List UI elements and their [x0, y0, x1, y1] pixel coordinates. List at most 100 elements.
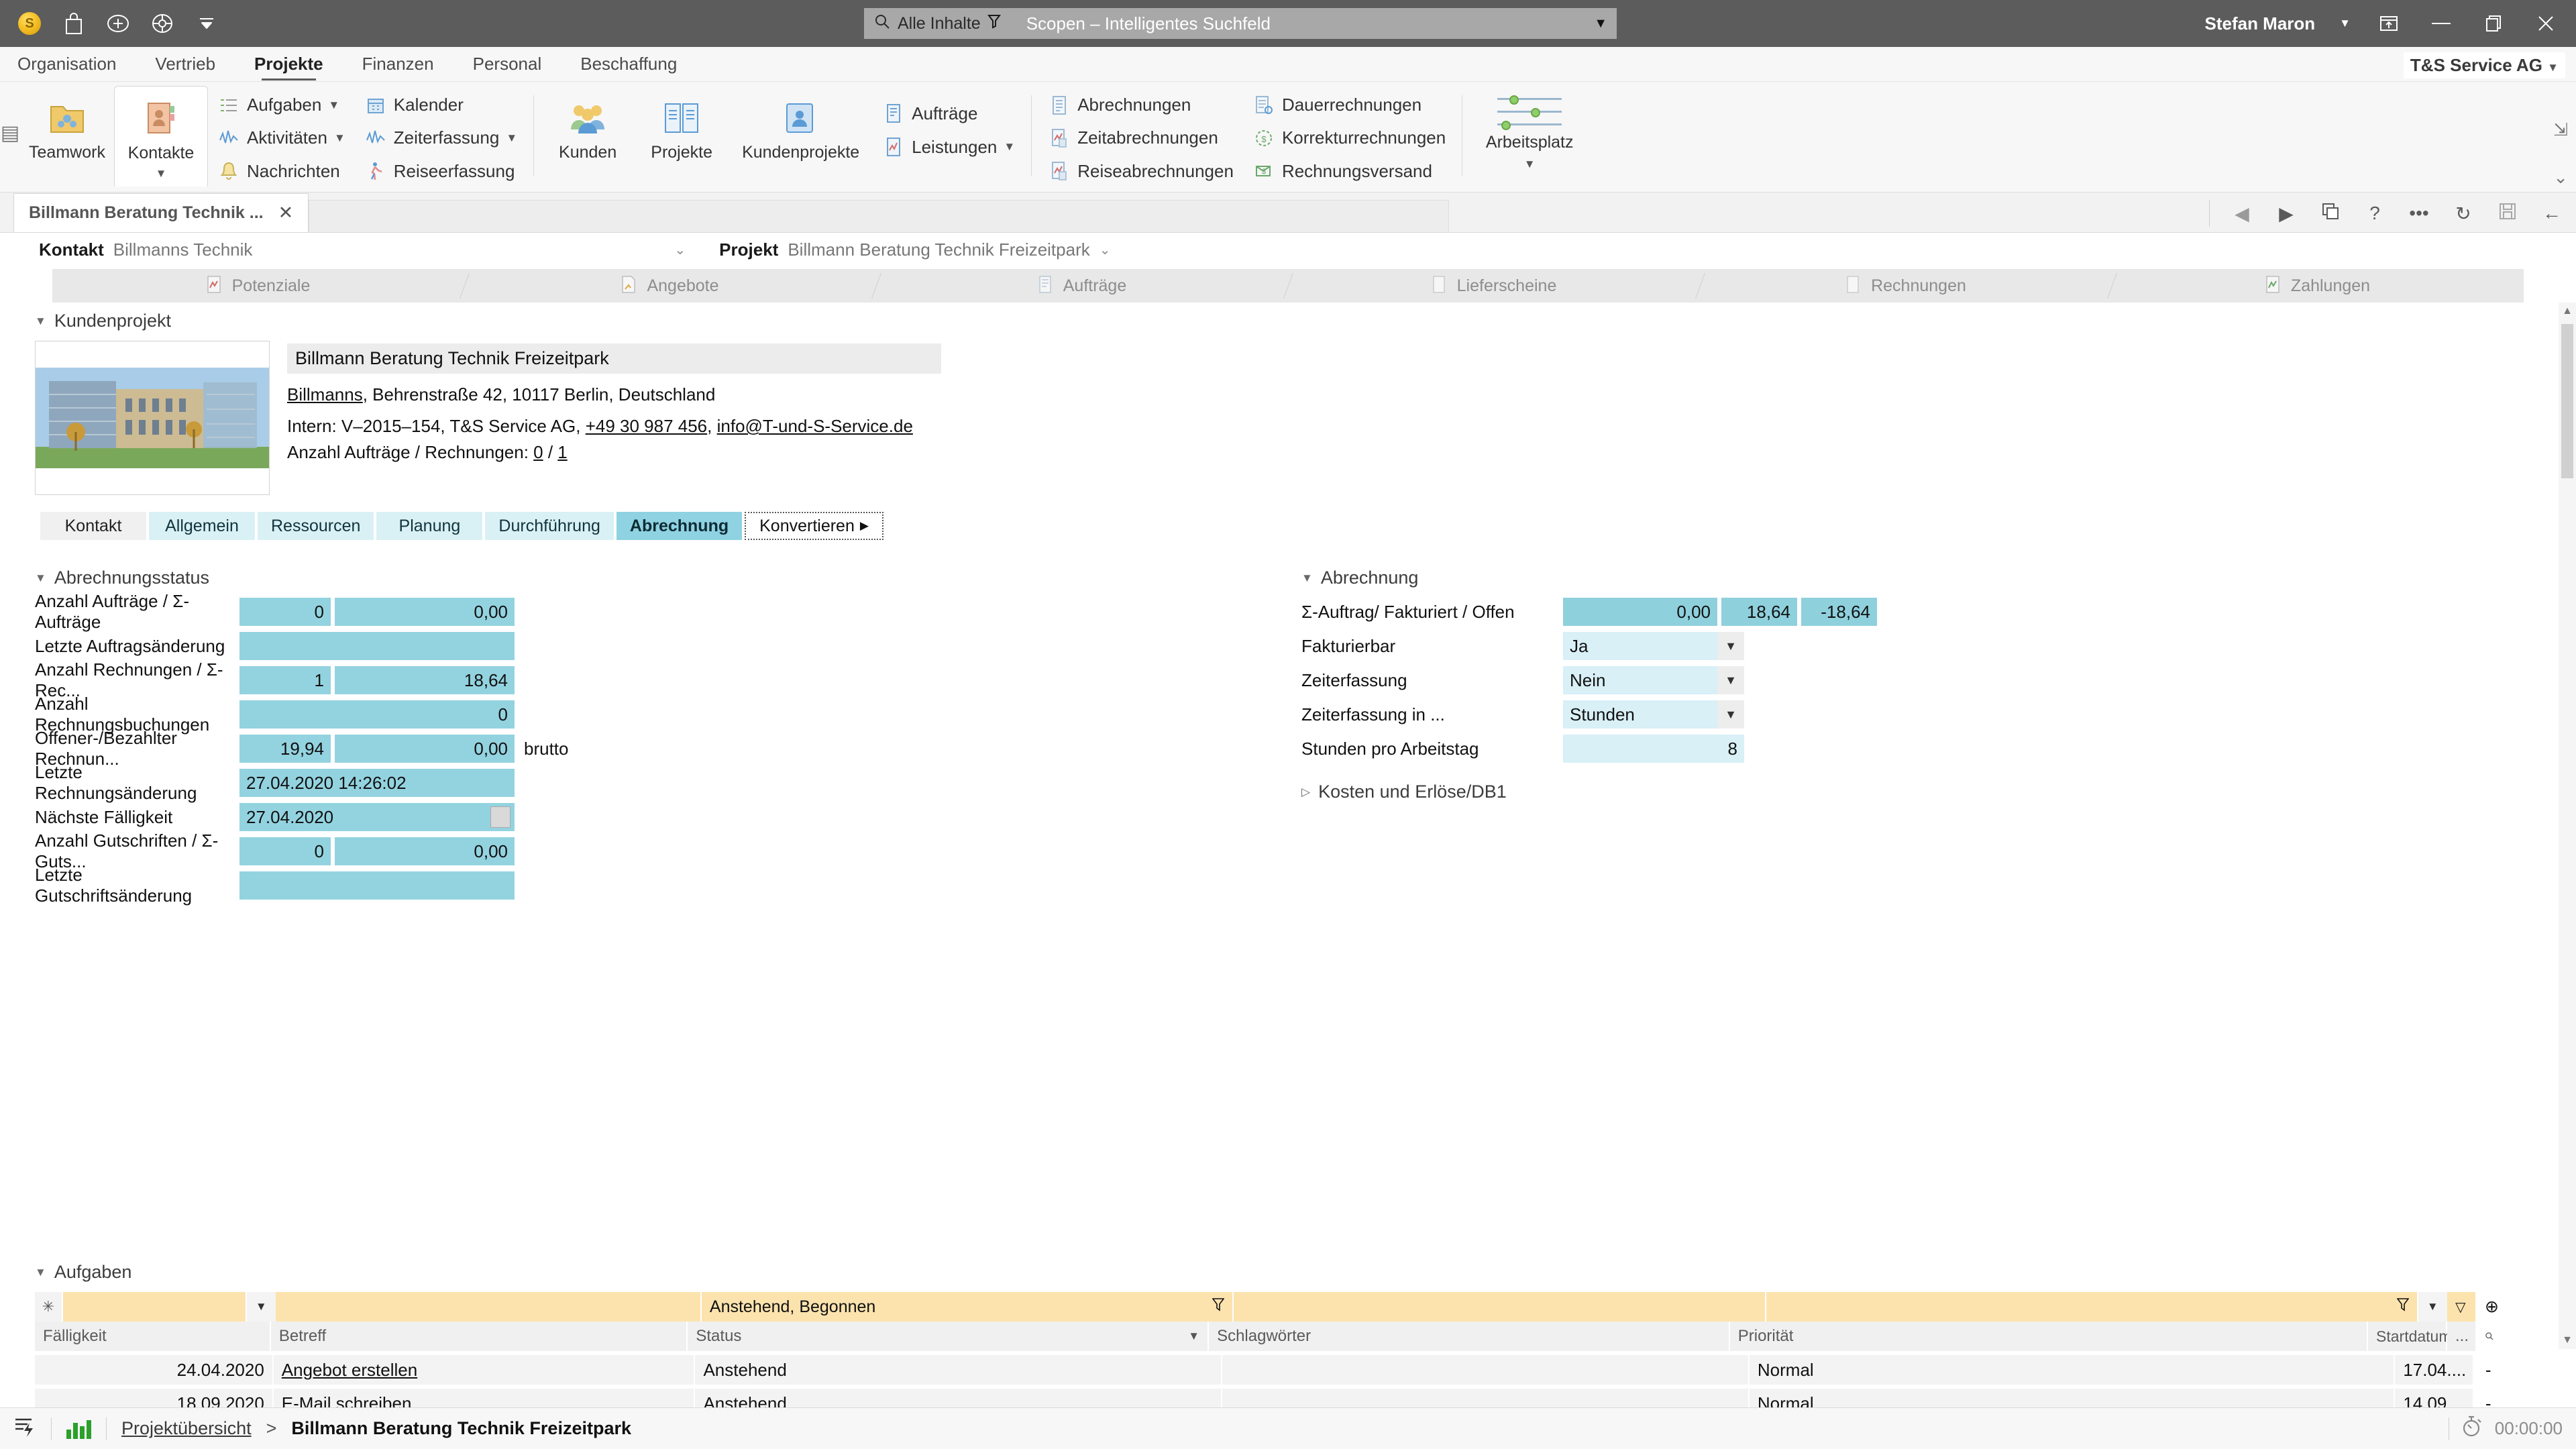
chevron-potenziale[interactable]: Potenziale: [52, 269, 464, 303]
menu-item-finanzen[interactable]: Finanzen: [360, 50, 437, 78]
section-header[interactable]: ▼ Kundenprojekt: [35, 311, 941, 331]
summe-rechnungen-input[interactable]: 18,64: [335, 666, 515, 694]
anzahl-auftraege-input[interactable]: 0: [239, 598, 331, 626]
menu-item-organisation[interactable]: Organisation: [15, 50, 119, 78]
clear-filter-icon[interactable]: ✳: [35, 1292, 63, 1322]
chevron-down-icon[interactable]: [193, 10, 220, 37]
cell-more[interactable]: -: [2474, 1355, 2504, 1385]
restore-button[interactable]: [2479, 9, 2508, 38]
chevron-down-icon[interactable]: ▼: [156, 167, 167, 180]
invoice-count-link[interactable]: 1: [557, 442, 567, 462]
column-header-faelligkeit[interactable]: Fälligkeit: [35, 1322, 271, 1351]
aspect-tab-ressourcen[interactable]: Ressourcen: [258, 512, 374, 540]
column-header-prioritaet[interactable]: Priorität: [1729, 1322, 2369, 1351]
ribbon-button-arbeitsplatz[interactable]: Arbeitsplatz ▼: [1469, 86, 1590, 186]
filter-flash-icon[interactable]: [13, 1415, 36, 1442]
chevron-down-icon[interactable]: ▼: [334, 131, 345, 145]
popout-window-icon[interactable]: [2375, 9, 2403, 38]
copy-icon[interactable]: [2318, 202, 2343, 225]
summe-auftraege-input[interactable]: 0,00: [335, 598, 515, 626]
plus-circle-icon[interactable]: [105, 10, 131, 37]
letzte-rechnungsaenderung-input[interactable]: 27.04.2020 14:26:02: [239, 769, 515, 797]
ribbon-button-projekte[interactable]: Projekte: [635, 86, 729, 186]
ribbon-collapse-icon[interactable]: ⌄: [2553, 167, 2568, 188]
funnel-icon[interactable]: [2396, 1297, 2410, 1316]
search-icon[interactable]: [2477, 1322, 2504, 1351]
zeiterfassung-einheit-select[interactable]: Stunden ▼: [1563, 700, 1744, 729]
ribbon-item-aktivitaeten[interactable]: Aktivitäten ▼: [208, 123, 355, 153]
chevron-down-icon[interactable]: ▼: [1524, 158, 1536, 171]
filter-status[interactable]: Anstehend, Begonnen: [701, 1292, 1234, 1322]
filter-faelligkeit-dropdown-icon[interactable]: ▼: [246, 1292, 276, 1322]
collapse-triangle-icon[interactable]: ▼: [35, 1266, 46, 1279]
ribbon-item-rechnungsversand[interactable]: $ Rechnungsversand: [1243, 156, 1455, 186]
stunden-pro-arbeitstag-input[interactable]: 8: [1563, 735, 1744, 763]
chevron-down-icon[interactable]: ▼: [1188, 1330, 1199, 1343]
cell-betreff[interactable]: Angebot erstellen: [273, 1355, 696, 1385]
summe-gutschriften-input[interactable]: 0,00: [335, 837, 515, 865]
aspect-tab-allgemein[interactable]: Allgemein: [149, 512, 255, 540]
back-icon[interactable]: ◀: [2230, 203, 2254, 225]
filter-prioritaet[interactable]: [1766, 1292, 2418, 1322]
breadcrumb-root[interactable]: Projektübersicht: [121, 1418, 252, 1439]
column-header-status[interactable]: Status ▼: [688, 1322, 1210, 1351]
tenant-selector[interactable]: T&S Service AG ▼: [2403, 52, 2565, 78]
scroll-down-icon[interactable]: ▼: [2559, 1332, 2576, 1349]
scroll-up-icon[interactable]: ▲: [2559, 303, 2576, 320]
column-header-schlagwoerter[interactable]: Schlagwörter: [1209, 1322, 1730, 1351]
refresh-icon[interactable]: ↻: [2451, 203, 2475, 225]
menu-item-beschaffung[interactable]: Beschaffung: [578, 50, 680, 78]
bezahlter-betrag-input[interactable]: 0,00: [335, 735, 515, 763]
ribbon-item-leistungen[interactable]: Leistungen ▼: [873, 131, 1024, 162]
ribbon-item-abrechnungen[interactable]: Abrechnungen: [1038, 90, 1243, 120]
anzahl-rechnungen-input[interactable]: 1: [239, 666, 331, 694]
chevron-zahlungen[interactable]: Zahlungen: [2112, 269, 2524, 303]
naechste-faelligkeit-input[interactable]: 27.04.2020: [239, 803, 515, 831]
section-header[interactable]: ▼ Abrechnungsstatus: [35, 568, 569, 588]
project-name-field[interactable]: Billmann Beratung Technik Freizeitpark: [287, 343, 941, 374]
ribbon-rail-icon[interactable]: ▤: [0, 86, 20, 180]
bar-chart-icon[interactable]: [66, 1419, 91, 1439]
kontakt-dropdown-icon[interactable]: ⌄: [674, 241, 686, 258]
column-header-more[interactable]: ...: [2447, 1322, 2477, 1351]
ribbon-item-reiseerfassung[interactable]: Reiseerfassung: [355, 156, 527, 186]
column-header-startdatum[interactable]: Startdatum: [2368, 1322, 2452, 1351]
help-icon[interactable]: ?: [2363, 203, 2387, 224]
close-icon[interactable]: ✕: [278, 203, 294, 223]
collapse-triangle-icon[interactable]: ▼: [35, 315, 46, 328]
aspect-tab-kontakt[interactable]: Kontakt: [40, 512, 146, 540]
section-header[interactable]: ▼ Aufgaben: [35, 1262, 2517, 1283]
chevron-down-icon[interactable]: ▼: [1004, 140, 1015, 154]
chevron-down-icon[interactable]: ▼: [506, 131, 517, 145]
chevron-down-icon[interactable]: ▼: [1717, 700, 1744, 729]
menu-item-projekte[interactable]: Projekte: [252, 50, 326, 78]
close-button[interactable]: [2532, 9, 2560, 38]
expand-triangle-icon[interactable]: ▷: [1301, 786, 1310, 799]
filter-schlagwoerter[interactable]: [1234, 1292, 1766, 1322]
chevron-down-icon[interactable]: ▼: [328, 99, 339, 112]
zeiterfassung-select[interactable]: Nein ▼: [1563, 666, 1744, 694]
filter-faelligkeit[interactable]: [62, 1292, 247, 1322]
calendar-icon[interactable]: [490, 806, 511, 828]
betreff-link[interactable]: Angebot erstellen: [282, 1360, 417, 1381]
document-tab[interactable]: Billmann Beratung Technik ... ✕: [13, 193, 309, 232]
ribbon-pin-icon[interactable]: ⇲: [2553, 119, 2568, 140]
letzte-gutschriftsaenderung-input[interactable]: [239, 871, 515, 900]
chevron-lieferscheine[interactable]: Lieferscheine: [1288, 269, 1700, 303]
aspect-tab-konvertieren[interactable]: Konvertieren ▶: [745, 512, 883, 540]
chevron-auftraege[interactable]: Aufträge: [876, 269, 1288, 303]
funnel-icon[interactable]: [987, 13, 1001, 34]
stopwatch-icon[interactable]: [2461, 1415, 2483, 1442]
ribbon-button-teamwork[interactable]: Teamwork: [20, 86, 114, 186]
more-icon[interactable]: •••: [2407, 203, 2431, 224]
ribbon-item-korrekturrechnungen[interactable]: $ Korrekturrechnungen: [1243, 123, 1455, 153]
fakturierbar-select[interactable]: Ja ▼: [1563, 632, 1744, 660]
section-header-kosten[interactable]: ▷ Kosten und Erlöse/DB1: [1301, 782, 1877, 802]
vertical-scrollbar[interactable]: ▲ ▼: [2559, 303, 2576, 1349]
aspect-tab-planung[interactable]: Planung: [376, 512, 483, 540]
user-menu[interactable]: Stefan Maron: [2204, 13, 2315, 34]
add-column-icon[interactable]: ⊕: [2476, 1292, 2504, 1322]
filter-betreff[interactable]: [276, 1292, 702, 1322]
ribbon-item-aufgaben[interactable]: Aufgaben ▼: [208, 90, 355, 120]
save-icon[interactable]: [2496, 203, 2520, 225]
